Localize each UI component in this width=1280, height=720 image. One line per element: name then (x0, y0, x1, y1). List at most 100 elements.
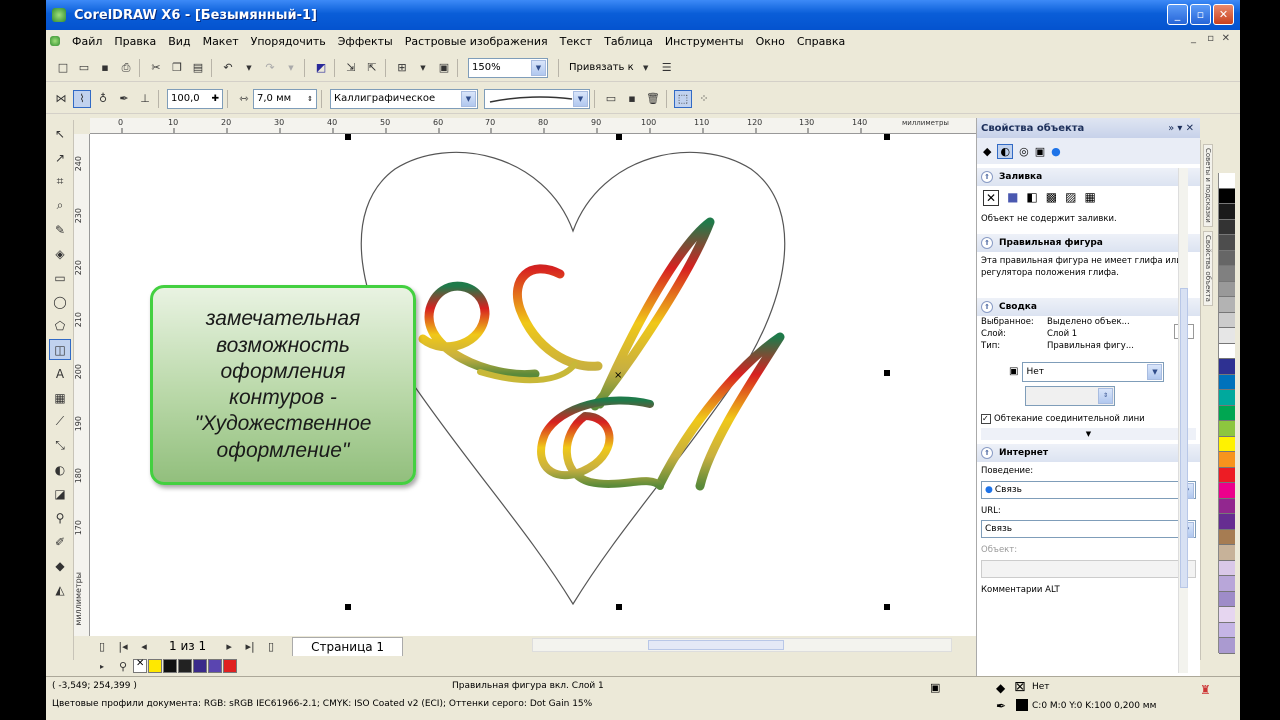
vertical-ruler[interactable]: 240 230 220 210 200 190 180 170 миллимет… (74, 134, 90, 636)
shape-section-header[interactable]: ⇑ Правильная фигура (977, 233, 1200, 252)
menu-edit[interactable]: Правка (114, 35, 156, 48)
stroke-preview-combo[interactable]: ▼ (484, 88, 590, 109)
color-swatch[interactable] (163, 659, 177, 673)
save-icon[interactable]: ▪ (96, 59, 114, 77)
drawing-canvas[interactable]: × замечательная возможность оформления к… (90, 134, 1003, 636)
palette-menu-icon[interactable]: ▸ (93, 657, 111, 675)
copy-icon[interactable]: ❐ (168, 59, 186, 77)
blend-tool-icon[interactable]: ◐ (49, 459, 71, 480)
close-button[interactable]: ✕ (1213, 4, 1234, 25)
wrap-offset-field[interactable]: ⇕ (1025, 385, 1115, 406)
summary-tab-icon[interactable]: ▣ (1035, 145, 1045, 158)
palette-color-swatch[interactable] (1219, 204, 1235, 220)
smart-fill-tool-icon[interactable]: ◈ (49, 243, 71, 264)
fill-section-header[interactable]: ⇑ Заливка (977, 168, 1200, 186)
snap-to-label[interactable]: Привязать к (569, 62, 634, 73)
trace-icon[interactable]: ⁘ (695, 90, 713, 108)
transparency-tool-icon[interactable]: ◪ (49, 483, 71, 504)
menu-text[interactable]: Текст (560, 35, 593, 48)
paste-icon[interactable]: ▤ (189, 59, 207, 77)
calligraphic-icon[interactable]: ✒ (115, 90, 133, 108)
options-icon[interactable]: ☰ (658, 59, 676, 77)
palette-color-swatch[interactable] (1219, 312, 1235, 328)
redo-icon[interactable]: ↷ (261, 59, 279, 77)
smoothing-field[interactable]: 100,0 ✚ (167, 88, 223, 109)
doc-restore-icon[interactable]: ▫ (1207, 33, 1214, 44)
ellipse-tool-icon[interactable]: ◯ (49, 291, 71, 312)
sprayer-icon[interactable]: ♁ (94, 90, 112, 108)
palette-color-swatch[interactable] (1219, 545, 1235, 561)
bounding-box-icon[interactable]: ⬚ (674, 89, 692, 108)
menu-help[interactable]: Справка (797, 35, 845, 48)
internet-section-header[interactable]: ⇑ Интернет (977, 443, 1200, 462)
import-icon[interactable]: ⇲ (342, 59, 360, 77)
palette-color-swatch[interactable] (1219, 436, 1235, 452)
zoom-tool-icon[interactable]: ⌕ (49, 195, 71, 216)
open-icon[interactable]: ▭ (75, 59, 93, 77)
fullscreen-preview-icon[interactable]: ▣ (435, 59, 453, 77)
palette-color-swatch[interactable] (1219, 421, 1235, 437)
launcher-icon[interactable]: ⊞ (393, 59, 411, 77)
pick-tool-icon[interactable]: ↖ (49, 123, 71, 144)
settings-icon[interactable]: ♜ (1200, 683, 1211, 697)
dimension-tool-icon[interactable]: ⟋ (49, 411, 71, 432)
color-swatch[interactable] (223, 659, 237, 673)
outline-tool-icon[interactable]: ✐ (49, 531, 71, 552)
palette-color-swatch[interactable] (1219, 452, 1235, 468)
fill-tab-icon[interactable]: ◐ (997, 143, 1014, 159)
internet-tab-icon[interactable]: ● (1051, 145, 1061, 158)
chevron-down-icon[interactable]: ▼ (573, 90, 588, 107)
pattern-fill-icon[interactable]: ▩ (1046, 190, 1057, 206)
palette-color-swatch[interactable] (1219, 374, 1235, 390)
behavior-combo[interactable]: ● Связь ▼ (981, 480, 1196, 499)
next-page-icon[interactable]: ▸ (220, 637, 238, 655)
texture-fill-icon[interactable]: ▨ (1065, 190, 1076, 206)
minimize-button[interactable]: _ (1167, 4, 1188, 25)
palette-color-swatch[interactable] (1219, 607, 1235, 623)
basic-shapes-tool-icon[interactable]: ◫ (49, 339, 71, 360)
page-options-icon[interactable]: ▯ (93, 637, 111, 655)
palette-color-swatch[interactable] (1219, 173, 1235, 189)
eyedropper-icon[interactable]: ⚲ (114, 657, 132, 675)
color-swatch[interactable] (208, 659, 222, 673)
add-page-icon[interactable]: ▯ (262, 637, 280, 655)
doc-close-icon[interactable]: ✕ (1222, 33, 1230, 44)
chevron-down-icon[interactable]: ▼ (461, 90, 476, 107)
polygon-tool-icon[interactable]: ⬠ (49, 315, 71, 336)
scroll-thumb[interactable] (648, 640, 784, 650)
palette-color-swatch[interactable] (1219, 529, 1235, 545)
tab-page-1[interactable]: Страница 1 (292, 636, 404, 656)
color-swatch[interactable] (178, 659, 192, 673)
docker-scrollbar[interactable] (1178, 168, 1188, 673)
browse-icon[interactable]: ▭ (602, 90, 620, 108)
spin-arrows-icon[interactable]: ⇕ (1098, 387, 1113, 404)
menu-window[interactable]: Окно (756, 35, 785, 48)
palette-color-swatch[interactable] (1219, 266, 1235, 282)
docker-controls-icon[interactable]: » ▾ ✕ (1168, 123, 1194, 134)
palette-color-swatch[interactable] (1219, 281, 1235, 297)
restore-button[interactable]: ▫ (1190, 4, 1211, 25)
color-swatch[interactable] (193, 659, 207, 673)
prev-page-icon[interactable]: ◂ (135, 637, 153, 655)
palette-color-swatch[interactable] (1219, 591, 1235, 607)
palette-color-swatch[interactable] (1219, 560, 1235, 576)
preset-icon[interactable]: ⋈ (52, 90, 70, 108)
redo-dropdown-icon[interactable]: ▼ (282, 59, 300, 77)
no-fill-icon[interactable]: ✕ (983, 190, 1000, 206)
menu-bitmaps[interactable]: Растровые изображения (405, 35, 548, 48)
wrap-mode-combo[interactable]: Нет ▼ (1022, 361, 1165, 382)
table-tool-icon[interactable]: ▦ (49, 387, 71, 408)
palette-color-swatch[interactable] (1219, 483, 1235, 499)
spin-arrows-icon[interactable]: ⇕ (307, 95, 313, 103)
width-icon[interactable]: ⇿ (235, 90, 253, 108)
snap-dropdown-icon[interactable]: ▼ (637, 59, 655, 77)
first-page-icon[interactable]: |◂ (114, 637, 132, 655)
stroke-style-combo[interactable]: Каллиграфическое ▼ (330, 88, 478, 109)
color-swatch[interactable] (148, 659, 162, 673)
menu-file[interactable]: Файл (72, 35, 102, 48)
launcher-dropdown-icon[interactable]: ▼ (414, 59, 432, 77)
last-page-icon[interactable]: ▸| (241, 637, 259, 655)
palette-color-swatch[interactable] (1219, 359, 1235, 375)
palette-color-swatch[interactable] (1219, 328, 1235, 344)
export-icon[interactable]: ⇱ (363, 59, 381, 77)
